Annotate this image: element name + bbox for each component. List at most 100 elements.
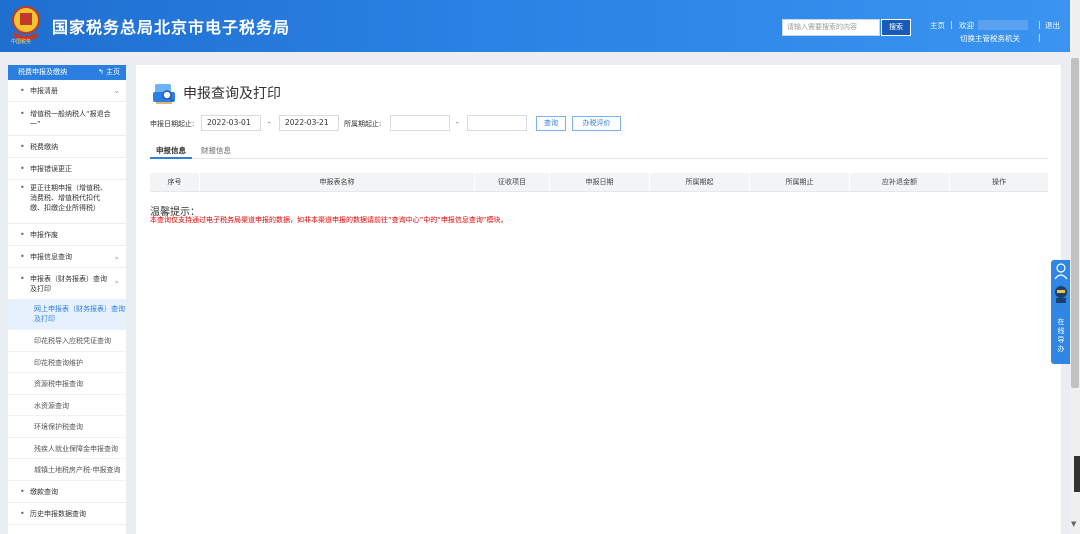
scrollbar-thumb[interactable] <box>1071 58 1079 388</box>
bullet-icon: • <box>20 183 25 192</box>
sidebar-header: 税费申报及缴纳 ↰ 主页 <box>8 65 126 80</box>
sidebar-item-tax-payment[interactable]: • 税费缴纳 <box>8 136 126 158</box>
sidebar-subitem-stamp-maintain[interactable]: 印花税查询维护 <box>8 352 126 373</box>
sidebar-subitem-land-property[interactable]: 城镇土地税房产税-申报查询 <box>8 459 126 481</box>
sidebar-subitem-label: 资源税申报查询 <box>34 380 83 388</box>
col-header-actions: 操作 <box>992 178 1006 186</box>
sidebar-home-label: 主页 <box>106 68 120 76</box>
emblem-text: 中国税务 <box>11 39 32 45</box>
col-header-levy-item: 征收项目 <box>475 173 550 191</box>
sidebar-item-label: 更正往期申报（增值税、消费税、增值税代扣代缴、扣缴企业所得税） <box>30 184 107 212</box>
bullet-icon: • <box>20 252 25 261</box>
tip-text: 本查询仅支持通过电子税务局渠道申报的数据，如非本渠道申报的数据请前往“查询中心”… <box>150 216 508 224</box>
sidebar-item-past-correction[interactable]: • 更正往期申报（增值税、消费税、增值税代扣代缴、扣缴企业所得税） <box>8 180 126 224</box>
col-header-period-end: 所属期止 <box>750 173 850 191</box>
active-tab-indicator <box>150 157 192 159</box>
sidebar-subitem-label: 城镇土地税房产税-申报查询 <box>34 466 121 474</box>
sidebar: 税费申报及缴纳 ↰ 主页 • 申报清册 ⌄ • 增值税一般纳税人“报退合一” •… <box>8 65 126 534</box>
bullet-icon: • <box>20 509 25 518</box>
col-header-amount: 应补退金额 <box>850 173 950 191</box>
period-from-input[interactable] <box>390 115 450 131</box>
sidebar-item-vat-general[interactable]: • 增值税一般纳税人“报退合一” <box>8 102 126 136</box>
sidebar-item-label: 税费缴纳 <box>30 143 58 151</box>
period-separator: - <box>456 119 459 127</box>
sidebar-home-link[interactable]: ↰ 主页 <box>98 65 120 80</box>
sidebar-item-label: 申报表（财务报表）查询及打印 <box>30 275 107 293</box>
sidebar-item-filing-query[interactable]: • 申报信息查询 ⌄ <box>8 246 126 268</box>
sidebar-title: 税费申报及缴纳 <box>18 68 67 76</box>
evaluate-button[interactable]: 办税评价 <box>572 116 621 131</box>
sidebar-subitem-label: 水资源查询 <box>34 402 69 410</box>
table-header: 序号 申报表名称 征收项目 申报日期 所属期起 所属期止 应补退金额 操作 <box>150 173 1048 192</box>
sidebar-item-label: 申报信息查询 <box>30 253 72 261</box>
col-header-form-name: 申报表名称 <box>200 173 475 191</box>
sidebar-subitem-label: 网上申报表（财务报表）查询及打印 <box>34 305 125 323</box>
sidebar-subitem-resource-tax[interactable]: 资源税申报查询 <box>8 373 126 395</box>
tab-financial-info[interactable]: 财报信息 <box>201 145 231 156</box>
nav-divider: | <box>1038 33 1041 42</box>
tab-filing-info[interactable]: 申报信息 <box>156 145 186 156</box>
sidebar-subitem-disability[interactable]: 残疾人就业保障金申报查询 <box>8 438 126 459</box>
filing-date-to-input[interactable]: 2022-03-21 <box>279 115 339 131</box>
sidebar-subitem-label: 残疾人就业保障金申报查询 <box>34 445 118 453</box>
scroll-down-arrow-icon[interactable]: ▼ <box>1071 520 1076 528</box>
site-title: 国家税务总局北京市电子税务局 <box>52 18 291 37</box>
sidebar-item-report-query[interactable]: • 申报表（财务报表）查询及打印 ⌄ <box>8 268 126 300</box>
tab-divider <box>150 158 1048 159</box>
bullet-icon: • <box>20 109 25 118</box>
sidebar-subitem-label: 印花税查询维护 <box>34 359 83 367</box>
bullet-icon: • <box>20 164 25 173</box>
sidebar-item-label: 申报错误更正 <box>30 165 72 173</box>
bullet-icon: • <box>20 86 25 95</box>
filing-date-from-input[interactable]: 2022-03-01 <box>201 115 261 131</box>
nav-divider: | <box>1038 20 1041 29</box>
col-header-period-start: 所属期起 <box>650 173 750 191</box>
username-masked <box>978 20 1028 30</box>
bullet-icon: • <box>20 230 25 239</box>
user-icon <box>1054 263 1068 280</box>
online-guide-label: 在线导办 <box>1057 318 1065 353</box>
query-button[interactable]: 查询 <box>536 116 566 131</box>
assistant-avatar-icon <box>1055 286 1067 303</box>
sidebar-subitem-online-report[interactable]: 网上申报表（财务报表）查询及打印 <box>8 300 126 330</box>
period-to-input[interactable] <box>467 115 527 131</box>
main-panel: 申报查询及打印 申报日期起止: 2022-03-01 - 2022-03-21 … <box>136 65 1061 534</box>
search-input[interactable]: 请输入需要搜索的内容 <box>782 19 880 36</box>
period-label: 所属期起止: <box>344 120 382 128</box>
home-link[interactable]: 主页 <box>930 20 945 31</box>
col-header-index: 序号 <box>150 173 200 191</box>
bullet-icon: • <box>20 487 25 496</box>
sidebar-subitem-water[interactable]: 水资源查询 <box>8 395 126 416</box>
sidebar-subitem-label: 印花税导入应税凭证查询 <box>34 337 111 345</box>
chevron-down-icon: ⌄ <box>113 86 120 95</box>
welcome-text: 欢迎 <box>959 21 974 30</box>
switch-org-link[interactable]: 切换主管税务机关 <box>960 33 1020 44</box>
chevron-down-icon: ⌄ <box>113 252 120 261</box>
col-header-filing-date: 申报日期 <box>550 173 650 191</box>
sidebar-item-void-filing[interactable]: • 申报作废 <box>8 224 126 246</box>
sidebar-item-label: 历史申报数据查询 <box>30 510 86 518</box>
sidebar-subitem-stamp-import[interactable]: 印花税导入应税凭证查询 <box>8 330 126 352</box>
sidebar-item-label: 增值税一般纳税人“报退合一” <box>30 110 111 128</box>
page-title: 申报查询及打印 <box>183 86 281 102</box>
sidebar-item-label: 缴款查询 <box>30 488 58 496</box>
sidebar-item-correction[interactable]: • 申报错误更正 <box>8 158 126 180</box>
date-separator: - <box>268 119 271 127</box>
bullet-icon: • <box>20 274 25 283</box>
nav-divider: | <box>950 20 953 29</box>
chevron-down-icon: ⌄ <box>113 276 120 285</box>
edge-tab <box>1074 456 1080 492</box>
sidebar-item-label: 申报清册 <box>30 87 58 95</box>
logout-link[interactable]: 退出 <box>1045 20 1060 31</box>
top-banner: 中国税务 国家税务总局北京市电子税务局 请输入需要搜索的内容 搜索 主页 | 欢… <box>0 0 1080 52</box>
sidebar-subitem-label: 环境保护税查询 <box>34 423 83 431</box>
sidebar-item-label: 申报作废 <box>30 231 58 239</box>
sidebar-subitem-environment[interactable]: 环境保护税查询 <box>8 416 126 438</box>
sidebar-item-payment-query[interactable]: • 缴款查询 <box>8 481 126 503</box>
filing-date-label: 申报日期起止: <box>150 120 195 128</box>
sidebar-item-filing-list[interactable]: • 申报清册 ⌄ <box>8 80 126 102</box>
search-document-icon <box>153 84 175 104</box>
search-button[interactable]: 搜索 <box>881 19 911 36</box>
sidebar-item-history-query[interactable]: • 历史申报数据查询 <box>8 503 126 525</box>
bullet-icon: • <box>20 142 25 151</box>
